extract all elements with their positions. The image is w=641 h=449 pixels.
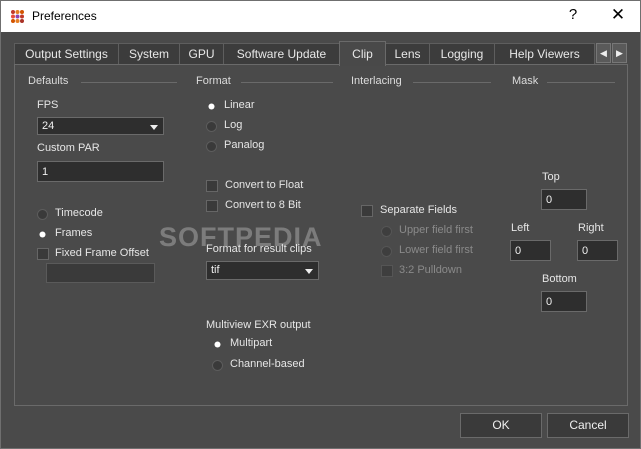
group-format-divider — [241, 82, 333, 83]
group-mask-title: Mask — [512, 75, 539, 87]
fixed-frame-offset-checkbox[interactable] — [37, 248, 49, 260]
chevron-down-icon — [305, 269, 313, 274]
fixed-frame-offset-input[interactable] — [46, 263, 155, 283]
mask-left-label: Left — [511, 222, 530, 234]
frames-radio[interactable] — [39, 231, 46, 238]
group-format-title: Format — [196, 75, 231, 87]
tab-gpu[interactable]: GPU — [179, 43, 224, 64]
preferences-window: Preferences ? ✕ Output Settings System G… — [0, 0, 641, 449]
help-button[interactable]: ? — [563, 6, 583, 26]
mask-bottom-input[interactable] — [541, 291, 587, 312]
tab-logging[interactable]: Logging — [429, 43, 495, 64]
separate-fields-label: Separate Fields — [380, 204, 458, 216]
lower-field-first-label: Lower field first — [399, 244, 473, 256]
convert-float-checkbox[interactable] — [206, 180, 218, 192]
convert-8bit-label: Convert to 8 Bit — [225, 199, 301, 211]
close-button[interactable]: ✕ — [607, 5, 629, 27]
group-interlacing-divider — [413, 82, 491, 83]
tab-system[interactable]: System — [118, 43, 180, 64]
group-defaults-title: Defaults — [28, 75, 69, 87]
watermark-logo: SOFTPEDIA — [159, 222, 323, 252]
result-clips-dropdown[interactable]: tif — [206, 261, 319, 280]
channel-based-radio[interactable] — [212, 360, 223, 371]
upper-field-first-radio[interactable] — [381, 226, 392, 237]
multipart-radio[interactable] — [214, 341, 221, 348]
tab-help-viewers[interactable]: Help Viewers — [494, 43, 595, 64]
tab-scroll-right-icon[interactable]: ▶ — [612, 43, 627, 63]
separate-fields-checkbox[interactable] — [361, 205, 373, 217]
title-bar: Preferences ? ✕ — [1, 1, 640, 32]
chevron-down-icon — [150, 125, 158, 130]
fixed-frame-offset-label: Fixed Frame Offset — [55, 247, 149, 259]
group-defaults-divider — [81, 82, 177, 83]
fps-dropdown[interactable]: 24 — [37, 117, 164, 135]
timecode-label: Timecode — [55, 207, 103, 219]
group-mask-divider — [547, 82, 615, 83]
group-interlacing-title: Interlacing — [351, 75, 402, 87]
linear-label: Linear — [224, 99, 255, 111]
mask-top-input[interactable] — [541, 189, 587, 210]
convert-float-label: Convert to Float — [225, 179, 304, 191]
ok-button[interactable]: OK — [460, 413, 542, 438]
tab-clip[interactable]: Clip — [339, 41, 386, 66]
cancel-button[interactable]: Cancel — [547, 413, 629, 438]
window-title: Preferences — [32, 9, 97, 23]
mask-right-input[interactable] — [577, 240, 618, 261]
mask-right-label: Right — [578, 222, 604, 234]
lower-field-first-radio[interactable] — [381, 246, 392, 257]
fps-value: 24 — [42, 120, 55, 132]
custom-par-input[interactable] — [37, 161, 164, 182]
frames-label: Frames — [55, 227, 93, 239]
mask-top-label: Top — [542, 171, 560, 183]
pulldown-label: 3:2 Pulldown — [399, 264, 462, 276]
log-label: Log — [224, 119, 243, 131]
tab-lens[interactable]: Lens — [385, 43, 430, 64]
panalog-label: Panalog — [224, 139, 265, 151]
mask-bottom-label: Bottom — [542, 273, 577, 285]
log-radio[interactable] — [206, 121, 217, 132]
tab-software-update[interactable]: Software Update — [223, 43, 340, 64]
upper-field-first-label: Upper field first — [399, 224, 473, 236]
result-clips-value: tif — [211, 264, 220, 276]
timecode-radio[interactable] — [37, 209, 48, 220]
multiview-label: Multiview EXR output — [206, 319, 311, 331]
tab-output-settings[interactable]: Output Settings — [14, 43, 119, 64]
linear-radio[interactable] — [208, 103, 215, 110]
channel-based-label: Channel-based — [230, 358, 305, 370]
mask-left-input[interactable] — [510, 240, 551, 261]
tab-scroll-left-icon[interactable]: ◀ — [596, 43, 611, 63]
custom-par-label: Custom PAR — [37, 142, 100, 154]
convert-8bit-checkbox[interactable] — [206, 200, 218, 212]
pulldown-checkbox[interactable] — [381, 265, 393, 277]
fps-label: FPS — [37, 99, 59, 111]
app-icon — [11, 10, 24, 23]
multipart-label: Multipart — [230, 337, 273, 349]
panalog-radio[interactable] — [206, 141, 217, 152]
